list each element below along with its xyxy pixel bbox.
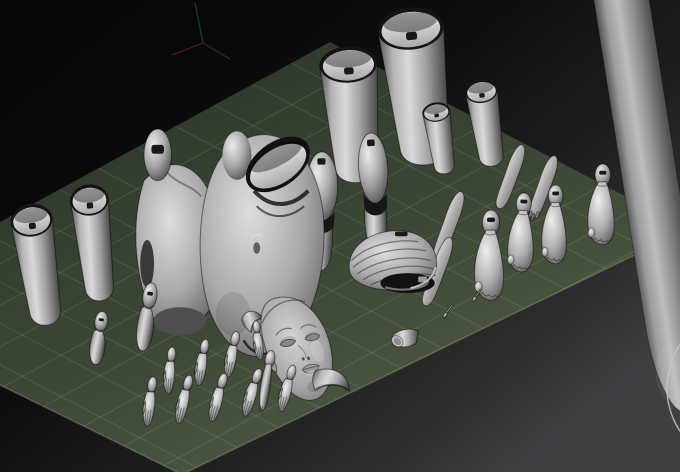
sculpt-viewport[interactable]: [0, 0, 680, 472]
scene-canvas[interactable]: [0, 0, 680, 472]
